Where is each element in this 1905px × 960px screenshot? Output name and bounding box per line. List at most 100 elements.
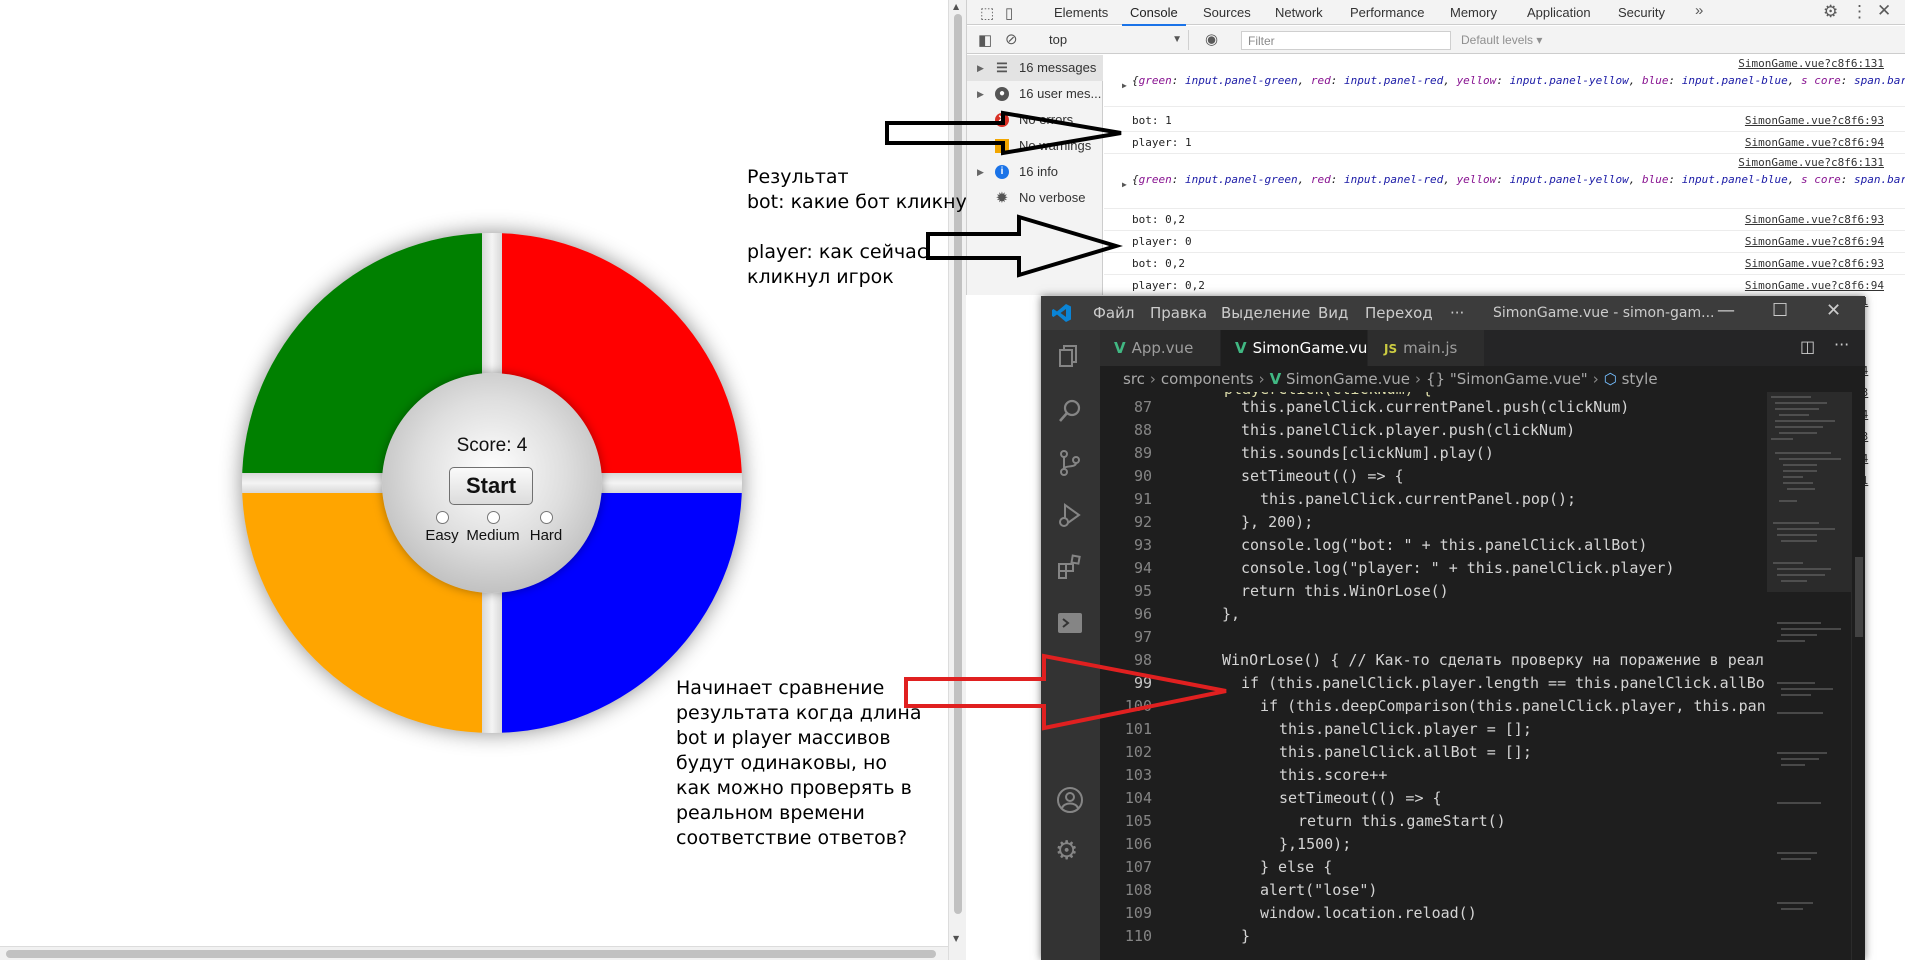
sidebar-item-messages[interactable]: ▶ ☰ 16 messages bbox=[967, 55, 1103, 81]
start-button[interactable]: Start bbox=[449, 467, 533, 505]
run-debug-icon[interactable] bbox=[1055, 500, 1085, 530]
breadcrumb-item[interactable]: {} "SimonGame.vue" bbox=[1426, 370, 1588, 388]
eye-icon[interactable]: ◉ bbox=[1205, 30, 1218, 48]
inspect-element-icon[interactable]: ⬚ bbox=[980, 4, 994, 22]
explorer-icon[interactable] bbox=[1055, 340, 1085, 370]
line-number: 89 bbox=[1133, 444, 1152, 462]
expand-triangle-icon[interactable]: ▶ bbox=[977, 55, 984, 81]
sidebar-item-errors[interactable]: ✕ No errors bbox=[967, 107, 1103, 133]
log-source-link[interactable]: SimonGame.vue?c8f6:131 bbox=[1738, 57, 1884, 70]
tab-main-js[interactable]: JS main.js bbox=[1368, 330, 1484, 366]
vscroll-thumb[interactable] bbox=[954, 14, 962, 914]
console-object-log[interactable]: SimonGame.vue?c8f6:131 ▶ {green: input.p… bbox=[1104, 55, 1905, 107]
context-select[interactable]: top ▼ bbox=[1041, 30, 1189, 50]
expand-triangle-icon[interactable]: ▶ bbox=[977, 81, 984, 107]
window-close-icon[interactable]: ✕ bbox=[1826, 300, 1841, 321]
code-text: }, 200); bbox=[1241, 513, 1314, 531]
clear-console-icon[interactable]: ⊘ bbox=[1005, 30, 1018, 48]
extensions-icon[interactable] bbox=[1055, 552, 1085, 582]
tab-security[interactable]: Security bbox=[1618, 5, 1665, 20]
log-source-link[interactable]: SimonGame.vue?c8f6:94 bbox=[1745, 235, 1884, 248]
filter-input[interactable] bbox=[1241, 31, 1451, 50]
difficulty-medium[interactable]: Medium bbox=[462, 511, 524, 544]
breadcrumb-item[interactable]: components bbox=[1161, 370, 1254, 388]
difficulty-easy[interactable]: Easy bbox=[422, 511, 462, 544]
code-text: this.panelClick.player = []; bbox=[1279, 720, 1532, 738]
menu-file[interactable]: Файл bbox=[1093, 304, 1134, 322]
log-message: bot: 0,2 bbox=[1132, 257, 1185, 270]
console-log-row[interactable]: bot: 0,2 SimonGame.vue?c8f6:93 bbox=[1104, 209, 1905, 231]
log-source-link[interactable]: SimonGame.vue?c8f6:94 bbox=[1745, 136, 1884, 149]
more-actions-icon[interactable]: ··· bbox=[1834, 335, 1849, 354]
close-icon[interactable]: ✕ bbox=[1877, 1, 1891, 21]
line-number: 104 bbox=[1124, 789, 1152, 807]
device-toggle-icon[interactable]: ▯ bbox=[1005, 4, 1013, 22]
tab-network[interactable]: Network bbox=[1275, 5, 1323, 20]
page-horizontal-scrollbar[interactable] bbox=[0, 946, 948, 960]
code-editor[interactable]: playerClick(clickNum) { 87this.panelClic… bbox=[1100, 392, 1767, 960]
log-levels-select[interactable]: Default levels ▾ bbox=[1461, 33, 1542, 47]
scroll-up-arrow-icon[interactable]: ▲ bbox=[953, 2, 959, 12]
remote-terminal-icon[interactable] bbox=[1055, 608, 1085, 638]
console-log-row[interactable]: player: 0,2 SimonGame.vue?c8f6:94 bbox=[1104, 275, 1905, 295]
gear-icon[interactable]: ⚙ bbox=[1823, 2, 1838, 22]
hscroll-thumb[interactable] bbox=[6, 950, 936, 958]
menu-more[interactable]: ··· bbox=[1450, 304, 1464, 322]
console-log-row[interactable]: player: 1 SimonGame.vue?c8f6:94 bbox=[1104, 132, 1905, 154]
menu-edit[interactable]: Правка bbox=[1150, 304, 1207, 322]
hard-radio[interactable] bbox=[539, 511, 553, 524]
sidebar-toggle-icon[interactable]: ◧ bbox=[978, 31, 992, 49]
editor-scrollbar[interactable] bbox=[1851, 392, 1865, 960]
breadcrumb-item[interactable]: SimonGame.vue bbox=[1286, 370, 1410, 388]
sidebar-item-user-messages[interactable]: ▶ ● 16 user mes... bbox=[967, 81, 1103, 107]
expand-triangle-icon[interactable]: ▶ bbox=[977, 159, 984, 185]
expand-triangle-icon[interactable]: ▶ bbox=[1122, 180, 1127, 189]
code-line: 107} else { bbox=[1100, 856, 1767, 879]
maximize-icon[interactable]: ☐ bbox=[1772, 300, 1788, 321]
console-log-row[interactable]: bot: 1 SimonGame.vue?c8f6:93 bbox=[1104, 110, 1905, 132]
difficulty-hard[interactable]: Hard bbox=[524, 511, 568, 544]
scroll-down-arrow-icon[interactable]: ▼ bbox=[953, 934, 959, 944]
expand-triangle-icon[interactable]: ▶ bbox=[1122, 81, 1127, 90]
log-source-link[interactable]: SimonGame.vue?c8f6:93 bbox=[1745, 257, 1884, 270]
tab-console[interactable]: Console bbox=[1122, 5, 1186, 26]
menu-go[interactable]: Переход bbox=[1365, 304, 1433, 322]
console-log-row[interactable]: player: 0 SimonGame.vue?c8f6:94 bbox=[1104, 231, 1905, 253]
tab-memory[interactable]: Memory bbox=[1450, 5, 1497, 20]
manage-gear-icon[interactable]: ⚙ bbox=[1055, 836, 1085, 866]
log-message: player: 0 bbox=[1132, 235, 1192, 248]
double-chevron-icon[interactable]: » bbox=[1695, 2, 1703, 19]
console-log-row[interactable]: bot: 0,2 SimonGame.vue?c8f6:93 bbox=[1104, 253, 1905, 275]
log-source-link[interactable]: SimonGame.vue?c8f6:93 bbox=[1745, 114, 1884, 127]
tab-performance[interactable]: Performance bbox=[1350, 5, 1424, 20]
code-text: setTimeout(() => { bbox=[1279, 789, 1442, 807]
minimize-icon[interactable]: — bbox=[1717, 300, 1735, 321]
sidebar-item-info[interactable]: ▶ i 16 info bbox=[967, 159, 1103, 185]
breadcrumb-item[interactable]: style bbox=[1622, 370, 1658, 388]
account-icon[interactable] bbox=[1055, 785, 1085, 815]
log-source-link[interactable]: SimonGame.vue?c8f6:94 bbox=[1745, 279, 1884, 292]
menu-selection[interactable]: Выделение bbox=[1221, 304, 1310, 322]
source-control-icon[interactable] bbox=[1055, 448, 1085, 478]
breadcrumb-item[interactable]: src bbox=[1123, 370, 1145, 388]
console-object-log[interactable]: SimonGame.vue?c8f6:131 ▶ {green: input.p… bbox=[1104, 154, 1905, 209]
medium-radio[interactable] bbox=[486, 511, 500, 524]
sidebar-item-verbose[interactable]: ✹ No verbose bbox=[967, 185, 1103, 211]
tab-application[interactable]: Application bbox=[1527, 5, 1591, 20]
tab-simongame-vue[interactable]: VSimonGame.vue ✕ bbox=[1221, 330, 1377, 393]
split-editor-icon[interactable]: ◫ bbox=[1800, 337, 1815, 356]
kebab-menu-icon[interactable]: ⋮ bbox=[1851, 2, 1868, 22]
tab-sources[interactable]: Sources bbox=[1203, 5, 1251, 20]
menu-view[interactable]: Вид bbox=[1318, 304, 1348, 322]
log-source-link[interactable]: SimonGame.vue?c8f6:93 bbox=[1745, 213, 1884, 226]
sidebar-item-warnings[interactable]: ! No warnings bbox=[967, 133, 1103, 159]
tab-elements[interactable]: Elements bbox=[1054, 5, 1108, 20]
medium-label: Medium bbox=[466, 527, 520, 544]
log-source-link[interactable]: SimonGame.vue?c8f6:131 bbox=[1738, 156, 1884, 169]
search-icon[interactable] bbox=[1055, 396, 1085, 426]
chevron-right-icon: › bbox=[1592, 370, 1599, 388]
easy-radio[interactable] bbox=[435, 511, 449, 524]
page-vertical-scrollbar[interactable]: ▲ ▼ bbox=[948, 0, 966, 960]
tab-app-vue[interactable]: V App.vue bbox=[1100, 330, 1220, 366]
editor-scroll-thumb[interactable] bbox=[1855, 557, 1863, 637]
